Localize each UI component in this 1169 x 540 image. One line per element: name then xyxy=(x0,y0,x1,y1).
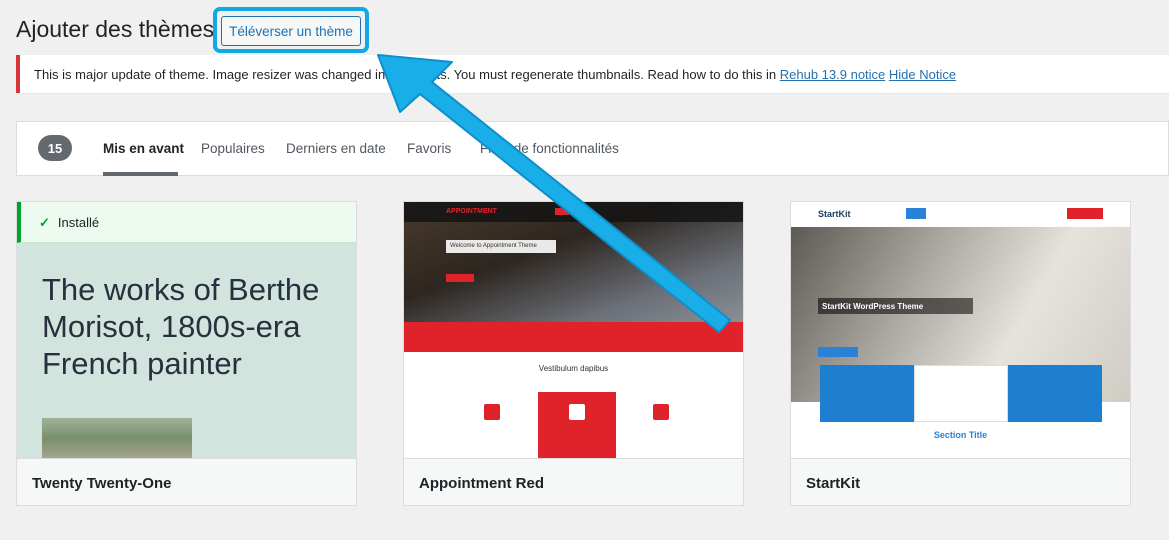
preview-navbar: StartKit xyxy=(791,202,1130,227)
preview-nav-home xyxy=(555,208,569,215)
tab-feature-filter[interactable]: Filtre de fonctionnalités xyxy=(480,141,619,156)
preview-feature-box xyxy=(820,365,914,422)
tab-favorites[interactable]: Favoris xyxy=(407,141,451,156)
preview-explore-button xyxy=(818,347,858,357)
preview-heading: The works of Berthe Morisot, 1800s-era F… xyxy=(42,272,320,381)
preview-hero: APPOINTMENT Welcome to Appointment Theme xyxy=(404,202,743,322)
preview-nav-home xyxy=(906,208,926,219)
preview-logo: StartKit xyxy=(818,209,851,219)
service-icon xyxy=(569,404,585,420)
preview-feature-box xyxy=(1008,365,1102,422)
preview-book-button xyxy=(1067,208,1103,219)
preview-services-heading: Vestibulum dapibus xyxy=(538,364,609,373)
theme-screenshot[interactable]: StartKit StartKit WordPress Theme Sectio… xyxy=(791,202,1130,458)
installed-banner: ✓ Installé xyxy=(17,202,356,243)
preview-navbar: APPOINTMENT xyxy=(404,202,743,222)
notice-link-hide[interactable]: Hide Notice xyxy=(889,67,956,82)
service-icon xyxy=(653,404,669,420)
button-highlight-frame xyxy=(213,7,369,53)
notice-link-rehub[interactable]: Rehub 13.9 notice xyxy=(780,67,886,82)
preview-welcome: Welcome to Appointment Theme xyxy=(446,240,556,253)
filter-bar: 15 Mis en avant Populaires Derniers en d… xyxy=(16,121,1169,176)
tab-popular[interactable]: Populaires xyxy=(201,141,265,156)
tab-latest[interactable]: Derniers en date xyxy=(286,141,386,156)
theme-name: Appointment Red xyxy=(404,458,743,505)
theme-count-badge: 15 xyxy=(38,135,72,161)
theme-screenshot[interactable]: ✓ Installé The works of Berthe Morisot, 1… xyxy=(17,202,356,458)
theme-name: Twenty Twenty-One xyxy=(17,458,356,505)
theme-card-startkit[interactable]: StartKit StartKit WordPress Theme Sectio… xyxy=(790,201,1131,506)
preview-painting-image xyxy=(42,418,192,458)
preview-services: Vestibulum dapibus xyxy=(404,352,743,458)
theme-screenshot[interactable]: APPOINTMENT Welcome to Appointment Theme… xyxy=(404,202,743,458)
preview-title: StartKit WordPress Theme xyxy=(818,298,973,314)
active-tab-underline xyxy=(103,172,178,176)
page-title: Ajouter des thèmes xyxy=(16,16,215,42)
preview-feature-box xyxy=(914,365,1008,422)
theme-card-twenty-twenty-one[interactable]: ✓ Installé The works of Berthe Morisot, 1… xyxy=(16,201,357,506)
theme-name: StartKit xyxy=(791,458,1130,505)
preview-contact-strip xyxy=(404,322,743,352)
installed-label: Installé xyxy=(57,215,100,230)
preview-section-title: Section Title xyxy=(933,430,988,440)
check-icon: ✓ xyxy=(39,215,50,230)
preview-service-highlight xyxy=(538,392,616,458)
admin-notice: This is major update of theme. Image res… xyxy=(16,55,1169,93)
preview-logo: APPOINTMENT xyxy=(446,208,497,215)
preview-background: The works of Berthe Morisot, 1800s-era F… xyxy=(17,243,356,458)
theme-card-appointment-red[interactable]: APPOINTMENT Welcome to Appointment Theme… xyxy=(403,201,744,506)
service-icon xyxy=(484,404,500,420)
preview-read-more xyxy=(446,274,474,282)
notice-text: This is major update of theme. Image res… xyxy=(34,67,777,82)
tab-featured[interactable]: Mis en avant xyxy=(103,141,184,156)
